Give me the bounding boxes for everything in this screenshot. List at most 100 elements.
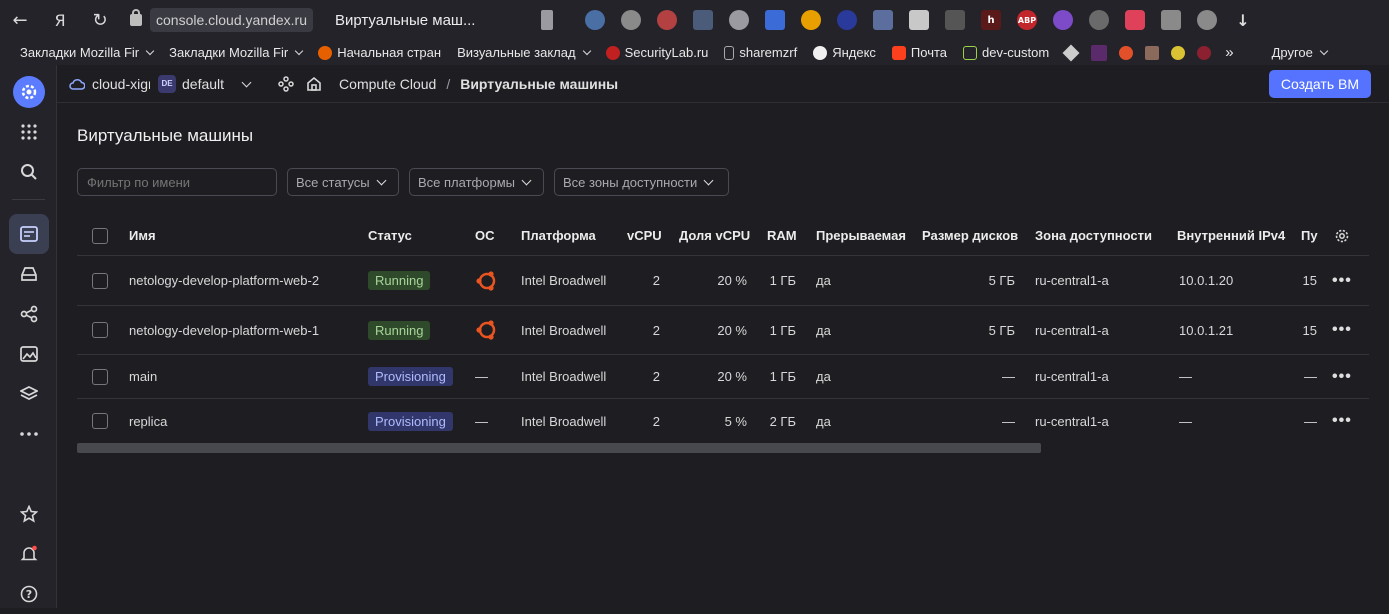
create-vm-button[interactable]: Создать ВМ [1268, 70, 1371, 98]
ext-flag-icon[interactable] [873, 10, 893, 30]
all-services-icon[interactable] [9, 112, 49, 152]
ext-weather-icon[interactable] [585, 10, 605, 30]
bookmark-box-icon[interactable] [1145, 45, 1160, 60]
ext-globe-icon[interactable] [837, 10, 857, 30]
name-filter-input[interactable] [77, 168, 277, 196]
search-icon[interactable] [9, 152, 49, 192]
column-header-status[interactable]: Статус [368, 216, 412, 255]
adblock-icon[interactable]: ABP [1017, 10, 1037, 30]
bookmark-ai-icon[interactable] [1091, 44, 1108, 61]
yandex-browser-icon[interactable]: Я [40, 0, 80, 40]
network-icon[interactable] [9, 294, 49, 334]
row-actions-button[interactable]: ••• [1332, 306, 1352, 354]
reload-icon[interactable]: ↻ [80, 0, 120, 40]
bookmark-item[interactable]: Почта [884, 45, 955, 60]
ext-cloud-icon[interactable] [729, 10, 749, 30]
row-checkbox[interactable] [92, 256, 108, 305]
bookmark-folder[interactable]: Закладки Mozilla Fir [161, 45, 310, 60]
horizontal-scrollbar[interactable] [77, 443, 1369, 453]
table-settings-gear-icon[interactable] [1334, 216, 1350, 255]
layers-icon[interactable] [9, 374, 49, 414]
ext-bulb-icon[interactable] [1089, 10, 1109, 30]
folder-selector[interactable]: default [182, 76, 224, 92]
help-icon[interactable]: ? [9, 574, 49, 614]
zone-select[interactable]: Все зоны доступности [554, 168, 729, 196]
yandex-icon [891, 45, 906, 60]
row-checkbox[interactable] [92, 355, 108, 398]
table-row[interactable]: replica Provisioning — Intel Broadwell 2… [77, 399, 1369, 443]
status-select[interactable]: Все статусы [287, 168, 399, 196]
ext-leaf-icon[interactable] [621, 10, 641, 30]
bookmark-folder[interactable]: Визуальные заклад [449, 45, 597, 60]
bookmark-diamond-icon[interactable] [1062, 44, 1080, 61]
downloads-icon[interactable]: ↓ [1233, 10, 1253, 30]
column-header-preemptible[interactable]: Прерываемая [816, 216, 906, 255]
bookmark-item[interactable]: dev-custom [955, 45, 1057, 60]
ext-bell-icon[interactable] [1197, 10, 1217, 30]
row-checkbox[interactable] [92, 399, 108, 443]
column-header-zone[interactable]: Зона доступности [1035, 216, 1152, 255]
row-actions-button[interactable]: ••• [1332, 256, 1352, 305]
column-header-ipv4[interactable]: Внутренний IPv4 [1177, 216, 1285, 255]
column-header-vcpu-share[interactable]: Доля vCPU [679, 216, 750, 255]
row-checkbox[interactable] [92, 306, 108, 354]
favorites-star-icon[interactable] [9, 494, 49, 534]
ext-translate-icon[interactable] [765, 10, 785, 30]
ext-mail-icon[interactable] [693, 10, 713, 30]
bookmark-item[interactable]: sharemzrf [716, 45, 805, 60]
chevron-down-icon[interactable] [241, 77, 252, 87]
vm-platform: Intel Broadwell [521, 273, 607, 288]
ext-printer-icon[interactable] [909, 10, 929, 30]
bookmark-sun-icon[interactable] [1197, 45, 1212, 60]
column-header-vcpu[interactable]: vCPU [627, 216, 662, 255]
disks-icon[interactable] [9, 254, 49, 294]
platform-select[interactable]: Все платформы [409, 168, 544, 196]
table-row[interactable]: main Provisioning — Intel Broadwell 2 20… [77, 355, 1369, 399]
column-header-os[interactable]: ОС [475, 216, 495, 255]
scrollbar-thumb[interactable] [77, 443, 1041, 453]
ext-bug-icon[interactable] [657, 10, 677, 30]
column-header-platform[interactable]: Платформа [521, 216, 596, 255]
column-header-name[interactable]: Имя [129, 216, 156, 255]
home-icon[interactable] [306, 76, 322, 92]
column-header-ram[interactable]: RAM [767, 216, 797, 255]
pocket-icon[interactable] [1125, 10, 1145, 30]
yandex-cloud-logo-icon[interactable] [13, 76, 45, 108]
hierarchy-icon[interactable] [278, 75, 294, 92]
ext-orange-icon[interactable] [801, 10, 821, 30]
cloud-selector[interactable]: cloud-xigr [92, 76, 150, 92]
address-bar[interactable]: console.cloud.yandex.ru [124, 6, 313, 34]
bookmark-item[interactable]: Начальная стран [310, 45, 449, 60]
images-icon[interactable] [9, 334, 49, 374]
table-row[interactable]: netology-develop-platform-web-1 Running … [77, 306, 1369, 355]
bookmark-star-icon[interactable] [1171, 45, 1186, 60]
vm-name[interactable]: replica [129, 399, 167, 443]
url-text[interactable]: console.cloud.yandex.ru [150, 8, 313, 32]
more-bookmarks-icon[interactable]: » [1225, 44, 1233, 61]
vm-name[interactable]: netology-develop-platform-web-2 [129, 256, 319, 305]
ext-feather-icon[interactable] [1053, 10, 1073, 30]
ext-puzzle-icon[interactable] [1161, 10, 1181, 30]
ext-h-icon[interactable]: h [981, 10, 1001, 30]
vm-name[interactable]: main [129, 355, 157, 398]
column-header-public[interactable]: Пу [1301, 216, 1321, 255]
ext-bank-icon[interactable] [945, 10, 965, 30]
column-header-disk[interactable]: Размер дисков [922, 216, 1018, 255]
notifications-bell-icon[interactable] [9, 534, 49, 574]
table-row[interactable]: netology-develop-platform-web-2 Running … [77, 256, 1369, 306]
more-icon[interactable] [9, 414, 49, 454]
bookmark-icon[interactable] [541, 10, 553, 30]
select-all-checkbox[interactable] [92, 216, 108, 255]
chevron-down-icon [1319, 46, 1329, 56]
virtual-machines-icon[interactable] [9, 214, 49, 254]
bookmark-item[interactable]: SecurityLab.ru [598, 45, 717, 60]
bookmark-other-folder[interactable]: Другое [1264, 45, 1335, 60]
row-actions-button[interactable]: ••• [1332, 355, 1352, 398]
vm-name[interactable]: netology-develop-platform-web-1 [129, 306, 319, 354]
bookmark-item[interactable]: Яндекс [805, 45, 884, 60]
breadcrumb-service[interactable]: Compute Cloud [339, 76, 436, 92]
row-actions-button[interactable]: ••• [1332, 399, 1352, 443]
bookmark-fire-icon[interactable] [1119, 45, 1134, 60]
bookmark-folder[interactable]: Закладки Mozilla Fir [0, 45, 161, 60]
back-icon[interactable]: ← [0, 0, 40, 40]
